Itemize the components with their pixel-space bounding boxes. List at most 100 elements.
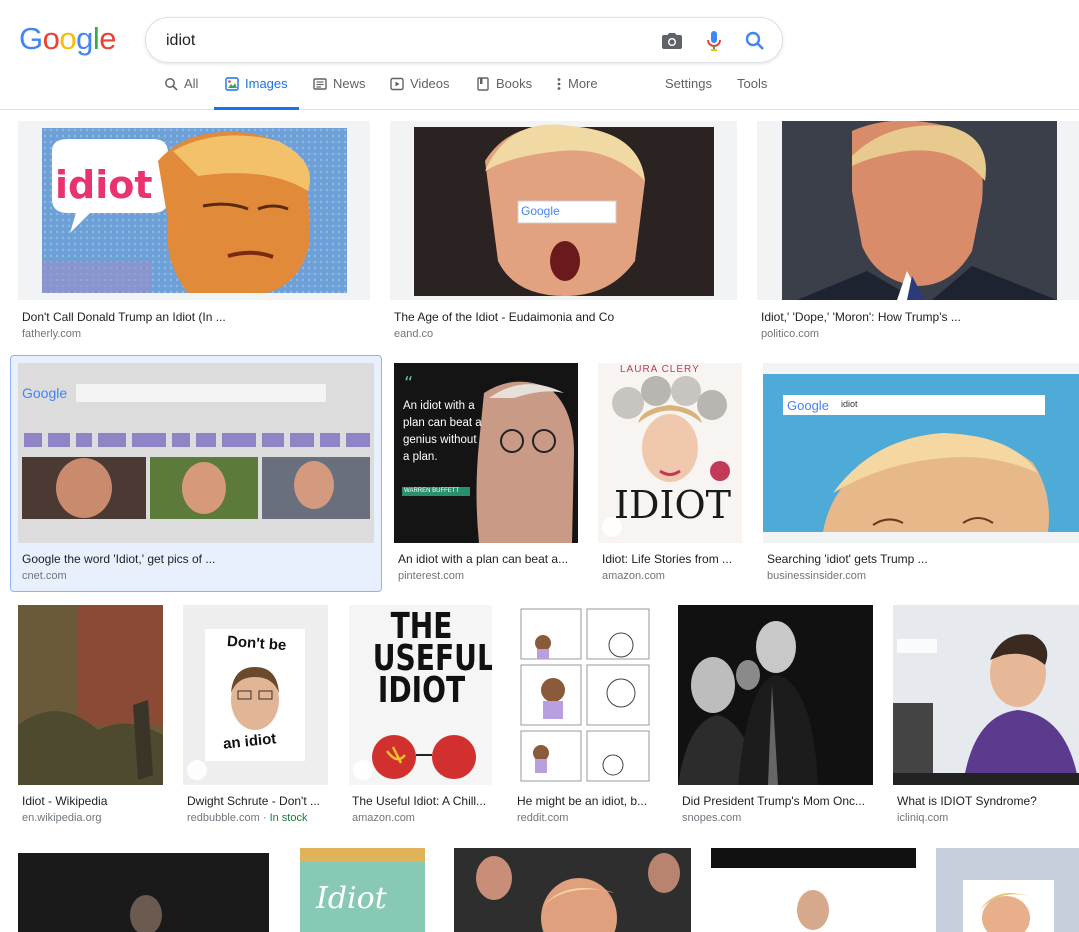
result-source: pinterest.com [398,570,465,582]
tag-icon [187,760,207,780]
result-source: politico.com [761,328,820,340]
comic-strip-image [513,605,658,785]
logo-letter: g [76,21,93,56]
result-title[interactable]: An idiot with a plan can beat a... [398,552,576,566]
tab-news[interactable]: News [313,76,366,110]
tab-label: News [333,76,366,91]
result-image[interactable] [936,848,1079,932]
result-image[interactable] [757,121,1079,300]
tools-link[interactable]: Tools [737,76,767,110]
camera-icon[interactable] [660,29,684,53]
image-overlay-text: idiot [55,163,153,207]
result-title[interactable]: Don't Call Donald Trump an Idiot (In ... [22,310,367,324]
search-icon[interactable] [743,29,767,53]
result-image[interactable] [893,605,1079,785]
google-search-screenshot-image [18,363,374,543]
result-source: en.wikipedia.org [22,812,102,824]
tab-more[interactable]: More [556,76,598,110]
more-icon [557,78,561,90]
result-image[interactable] [513,605,658,785]
result-title[interactable]: The Useful Idiot: A Chill... [352,794,490,808]
header: Google All Images News [0,0,1079,110]
result-image[interactable]: Idiot [300,848,425,932]
tab-all[interactable]: All [164,76,198,110]
tag-icon [353,760,373,780]
result-image[interactable]: idiot [18,121,370,300]
settings-label: Settings [665,76,712,91]
result-title[interactable]: Searching 'idiot' gets Trump ... [767,552,1067,566]
trump-shocked-image [414,124,714,296]
result-source: fatherly.com [22,328,82,340]
result-title[interactable]: Idiot,' 'Dope,' 'Moron': How Trump's ... [761,310,1061,324]
dwight-schrute-sticker-image [205,629,305,761]
result-source: eand.co [394,328,434,340]
search-icon [165,78,178,91]
result-image[interactable] [18,853,269,932]
result-title[interactable]: Idiot - Wikipedia [22,794,162,808]
trump-crowd-image [454,848,691,932]
svg-text:“: “ [404,373,413,394]
result-source-domain: redbubble.com [187,812,260,824]
idiot-syndrome-man-image [893,605,1079,785]
result-title[interactable]: Idiot: Life Stories from ... [602,552,740,566]
trump-hair-google-image [763,374,1079,532]
tab-videos[interactable]: Videos [390,76,450,110]
result-image[interactable]: Don't be an idiot [183,605,328,785]
tab-images[interactable]: Images [214,76,299,110]
image-overlay-subtext: idiot [841,399,858,409]
result-title[interactable]: He might be an idiot, b... [517,794,655,808]
result-image[interactable]: LAURA CLERY IDIOT [598,363,742,543]
result-image[interactable]: Google [18,363,374,543]
result-title[interactable]: Dwight Schrute - Don't ... [187,794,325,808]
tab-label: More [568,76,598,91]
image-overlay-text: THE USEFUL IDIOT [372,606,492,711]
images-icon [225,77,239,91]
stock-status: In stock [269,812,308,824]
result-title[interactable]: Did President Trump's Mom Onc... [682,794,872,808]
search-box [145,17,783,63]
result-title[interactable]: The Age of the Idiot - Eudaimonia and Co [394,310,734,324]
image-overlay-text: Google [22,385,68,401]
result-source: icliniq.com [897,812,949,824]
idiot-audiobook-image: Idiot [300,848,425,932]
result-image[interactable]: “ An idiot with a plan can beat a genius… [394,363,578,543]
logo-letter: G [19,21,43,56]
settings-link[interactable]: Settings [665,76,712,110]
google-logo[interactable]: Google [19,21,117,57]
result-title[interactable]: What is IDIOT Syndrome? [897,794,1077,808]
tab-label: Videos [410,76,450,91]
result-title[interactable]: Google the word 'Idiot,' get pics of ... [22,552,367,566]
result-image[interactable]: THE USEFUL IDIOT [349,605,492,785]
result-source: amazon.com [602,570,665,582]
trump-pop-art-image [42,128,347,293]
trump-looking-down-image [782,121,1057,300]
result-image[interactable] [711,848,916,932]
result-source: snopes.com [682,812,742,824]
books-icon [477,77,489,91]
dark-portrait-image [18,853,269,932]
tab-label: Images [245,76,288,91]
result-image[interactable]: Google idiot [763,363,1079,543]
tab-books[interactable]: Books [476,76,532,110]
tab-label: All [184,76,199,91]
painting-image [18,605,163,785]
logo-letter: e [99,21,117,56]
microphone-icon[interactable] [702,29,726,53]
bald-man-image [711,848,916,932]
trump-mother-photo-image [678,605,873,785]
search-input[interactable] [166,30,626,52]
image-overlay-text: IDIOT [614,483,731,527]
result-image[interactable]: Google [390,121,737,300]
result-source: businessinsider.com [767,570,867,582]
tag-icon [602,517,622,537]
image-overlay-text: An idiot with a plan can beat a genius w… [403,400,482,463]
news-icon [313,78,327,90]
result-image[interactable] [18,605,163,785]
image-overlay-subtext: WARREN BUFFETT [404,488,460,494]
tab-label: Books [496,76,533,91]
result-image[interactable] [454,848,691,932]
result-source: cnet.com [22,570,67,582]
result-source: amazon.com [352,812,415,824]
result-image[interactable] [678,605,873,785]
trump-cartoon-image [936,848,1079,932]
